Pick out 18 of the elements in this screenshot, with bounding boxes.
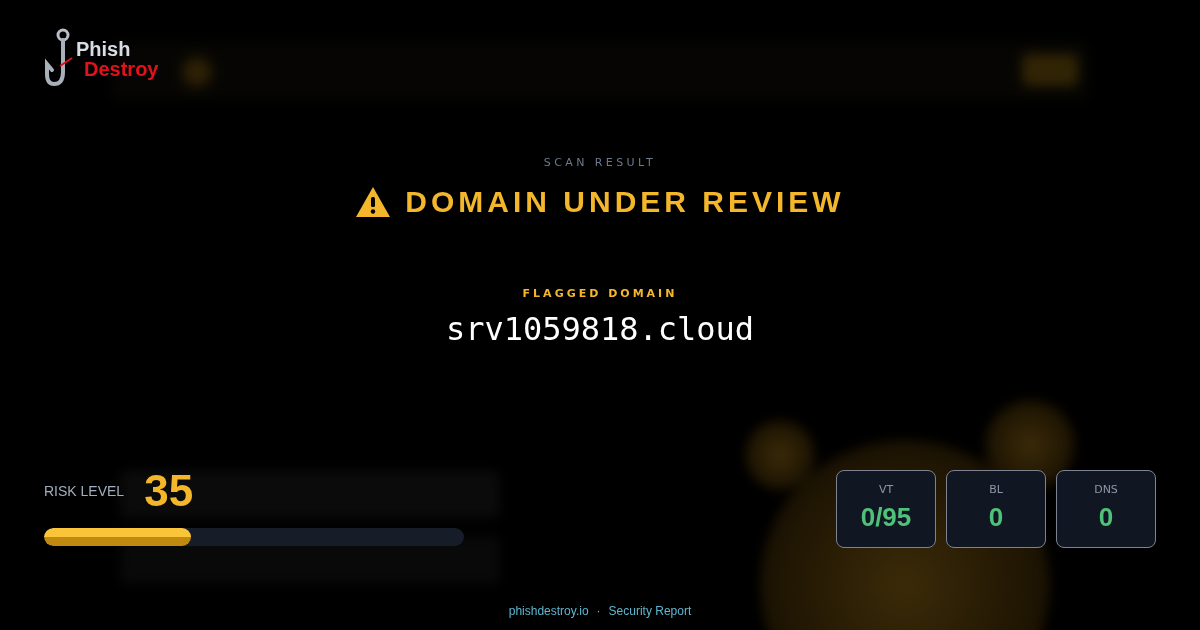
- separator-dot: ·: [596, 604, 601, 618]
- logo-text: Destroy: [84, 59, 159, 79]
- stat-label: BL: [989, 483, 1003, 496]
- stat-label: VT: [878, 483, 894, 496]
- risk-label: RISK LEVEL: [44, 483, 125, 499]
- risk-score: 35: [144, 466, 194, 516]
- report-label: Security Report: [608, 604, 692, 618]
- warning-icon: [355, 186, 392, 218]
- stat-value: 0: [1098, 502, 1114, 533]
- stat-value: 0/95: [860, 502, 912, 533]
- domain-name: srv1059818.cloud: [445, 310, 755, 348]
- logo-text: Phish: [76, 39, 132, 59]
- section-label: SCAN RESULT: [543, 156, 657, 169]
- stat-value: 0: [988, 502, 1004, 533]
- site-link[interactable]: phishdestroy.io: [508, 604, 589, 618]
- domain-label: FLAGGED DOMAIN: [522, 287, 678, 300]
- stat-label: DNS: [1094, 483, 1118, 496]
- result-title: DOMAIN UNDER REVIEW: [405, 185, 845, 219]
